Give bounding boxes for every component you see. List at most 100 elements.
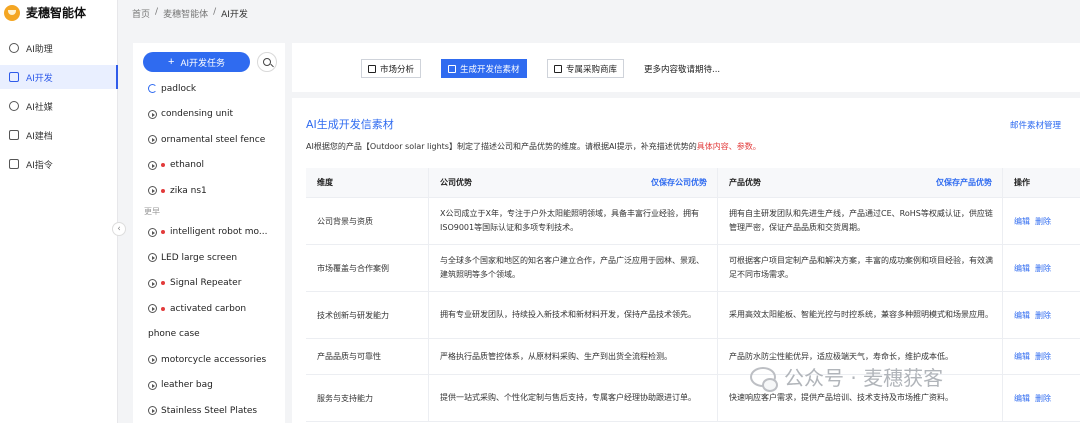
page-title: AI生成开发信素材: [306, 118, 394, 131]
nav-item-ai-develop[interactable]: AI开发: [0, 65, 118, 89]
unread-dot-icon: [161, 230, 165, 235]
description-highlight: 具体内容、参数。: [696, 142, 761, 151]
chart-icon: [368, 64, 376, 73]
delete-button[interactable]: 删除: [1035, 393, 1051, 404]
cell-product: 可根据客户项目定制产品和解决方案，丰富的成功案例和项目经验，有效满足不同市场需求…: [717, 245, 1002, 291]
play-icon: [148, 253, 157, 263]
table-row: 产品品质与可靠性 严格执行品质管控体系，从原材料采购、生产到出货全流程检测。 产…: [306, 339, 1080, 375]
task-item[interactable]: ethanol: [133, 153, 285, 179]
task-name: Stainless Steel Plates: [161, 405, 258, 416]
cell-company: 与全球多个国家和地区的知名客户建立合作，产品广泛应用于园林、景观、建筑照明等多个…: [428, 245, 717, 291]
play-icon: [148, 278, 157, 288]
task-name: zika ns1: [170, 185, 207, 196]
watermark: 公众号 · 麦穗获客: [750, 362, 944, 392]
function-tabs: 市场分析 生成开发信素材 专属采购商库 更多内容敬请期待...: [292, 43, 1080, 92]
new-task-button[interactable]: + AI开发任务: [143, 52, 250, 72]
play-icon: [148, 355, 157, 365]
delete-button[interactable]: 删除: [1035, 216, 1051, 227]
database-icon: [554, 64, 562, 73]
nav-label: AI建档: [26, 131, 53, 142]
cell-company: 提供一站式采购、个性化定制与售后支持，专属客户经理协助跟进订单。: [428, 375, 717, 421]
nav-item-ai-command[interactable]: AI指令: [0, 152, 118, 176]
edit-button[interactable]: 编辑: [1014, 216, 1030, 227]
task-item[interactable]: motorcycle accessories: [133, 347, 285, 373]
collapse-panel-button[interactable]: ‹: [112, 222, 126, 236]
delete-button[interactable]: 删除: [1035, 263, 1051, 274]
delete-button[interactable]: 删除: [1035, 310, 1051, 321]
table-row: 服务与支持能力 提供一站式采购、个性化定制与售后支持，专属客户经理协助跟进订单。…: [306, 375, 1080, 422]
app-logo[interactable]: 麦穗智能体: [4, 4, 86, 21]
nav-label: AI开发: [26, 73, 53, 84]
task-item[interactable]: condensing unit: [133, 102, 285, 128]
edit-button[interactable]: 编辑: [1014, 263, 1030, 274]
app-name: 麦穗智能体: [26, 6, 87, 20]
task-item[interactable]: intelligent robot mo...: [133, 220, 285, 246]
nav-item-ai-social[interactable]: AI社媒: [0, 94, 118, 118]
unread-dot-icon: [161, 188, 165, 193]
edit-button[interactable]: 编辑: [1014, 393, 1030, 404]
header-product: 产品优势 仅保存产品优势: [717, 168, 1002, 197]
task-name: padlock: [161, 83, 197, 94]
save-company-button[interactable]: 仅保存公司优势: [651, 176, 707, 190]
cell-actions: 编辑 删除: [1002, 292, 1080, 338]
search-button[interactable]: [257, 52, 277, 72]
edit-button[interactable]: 编辑: [1014, 351, 1030, 362]
cell-actions: 编辑 删除: [1002, 245, 1080, 291]
cell-dimension: 市场覆盖与合作案例: [317, 263, 389, 273]
mail-material-link[interactable]: 邮件素材管理: [1010, 119, 1061, 131]
task-item[interactable]: Stainless Steel Plates: [133, 398, 285, 423]
breadcrumb-home[interactable]: 首页: [132, 7, 150, 20]
unread-dot-icon: [161, 306, 165, 311]
table-row: 市场覆盖与合作案例 与全球多个国家和地区的知名客户建立合作，产品广泛应用于园林、…: [306, 245, 1080, 292]
task-item[interactable]: ornamental steel fence: [133, 127, 285, 153]
header-company: 公司优势 仅保存公司优势: [428, 168, 717, 197]
table-row: 技术创新与研发能力 拥有专业研发团队，持续投入新技术和新材料开发，保持产品技术领…: [306, 292, 1080, 339]
archive-icon: [9, 130, 19, 140]
tab-buyer-library[interactable]: 专属采购商库: [547, 59, 625, 78]
tab-label: 市场分析: [380, 64, 415, 75]
save-product-button[interactable]: 仅保存产品优势: [936, 176, 992, 190]
table-header: 维度 公司优势 仅保存公司优势 产品优势 仅保存产品优势 操作: [306, 168, 1080, 198]
task-item[interactable]: leather bag: [133, 373, 285, 399]
task-item[interactable]: Signal Repeater: [133, 271, 285, 297]
nav-item-ai-assistant[interactable]: AI助理: [0, 36, 118, 60]
cell-actions: 编辑 删除: [1002, 198, 1080, 244]
unread-dot-icon: [161, 281, 165, 286]
nav-label: AI社媒: [26, 102, 53, 113]
tab-label: 专属采购商库: [566, 64, 618, 75]
loading-icon: [148, 84, 157, 94]
task-item[interactable]: padlock: [133, 76, 285, 102]
edit-button[interactable]: 编辑: [1014, 310, 1030, 321]
table-row: 公司背景与资质 X公司成立于X年，专注于户外太阳能照明领域，具备丰富行业经验，拥…: [306, 198, 1080, 245]
more-coming-text: 更多内容敬请期待...: [644, 65, 721, 75]
cell-dimension: 服务与支持能力: [317, 393, 373, 403]
nav-item-ai-archive[interactable]: AI建档: [0, 123, 118, 147]
task-item[interactable]: LED large screen: [133, 245, 285, 271]
task-name: activated carbon: [170, 303, 247, 314]
task-name: leather bag: [161, 380, 213, 391]
cell-dimension: 公司背景与资质: [317, 216, 373, 226]
advantage-table: 维度 公司优势 仅保存公司优势 产品优势 仅保存产品优势 操作 公司背景与资质 …: [306, 168, 1080, 422]
breadcrumb-separator: /: [213, 7, 217, 17]
task-item[interactable]: phone case: [133, 322, 285, 348]
task-name: condensing unit: [161, 109, 234, 120]
watermark-text: 公众号 · 麦穗获客: [784, 366, 944, 390]
tab-label: 生成开发信素材: [460, 64, 520, 75]
description: AI根据您的产品【Outdoor solar lights】制定了描述公司和产品…: [306, 141, 761, 152]
breadcrumb: 首页 / 麦穗智能体 / AI开发: [132, 7, 248, 20]
cell-dimension: 产品品质与可靠性: [317, 352, 381, 361]
breadcrumb-current: AI开发: [221, 10, 248, 20]
task-item[interactable]: zika ns1: [133, 178, 285, 204]
task-name: ornamental steel fence: [161, 134, 266, 145]
header-actions: 操作: [1002, 168, 1080, 197]
play-icon: [148, 227, 157, 237]
tab-generate-material[interactable]: 生成开发信素材: [441, 59, 527, 78]
tab-market-analysis[interactable]: 市场分析: [361, 59, 422, 78]
nav-label: AI指令: [26, 160, 53, 171]
delete-button[interactable]: 删除: [1035, 351, 1051, 362]
breadcrumb-separator: /: [155, 7, 159, 17]
task-item[interactable]: activated carbon: [133, 296, 285, 322]
task-name: motorcycle accessories: [161, 354, 267, 365]
play-icon: [148, 109, 157, 119]
breadcrumb-agent[interactable]: 麦穗智能体: [163, 7, 208, 20]
